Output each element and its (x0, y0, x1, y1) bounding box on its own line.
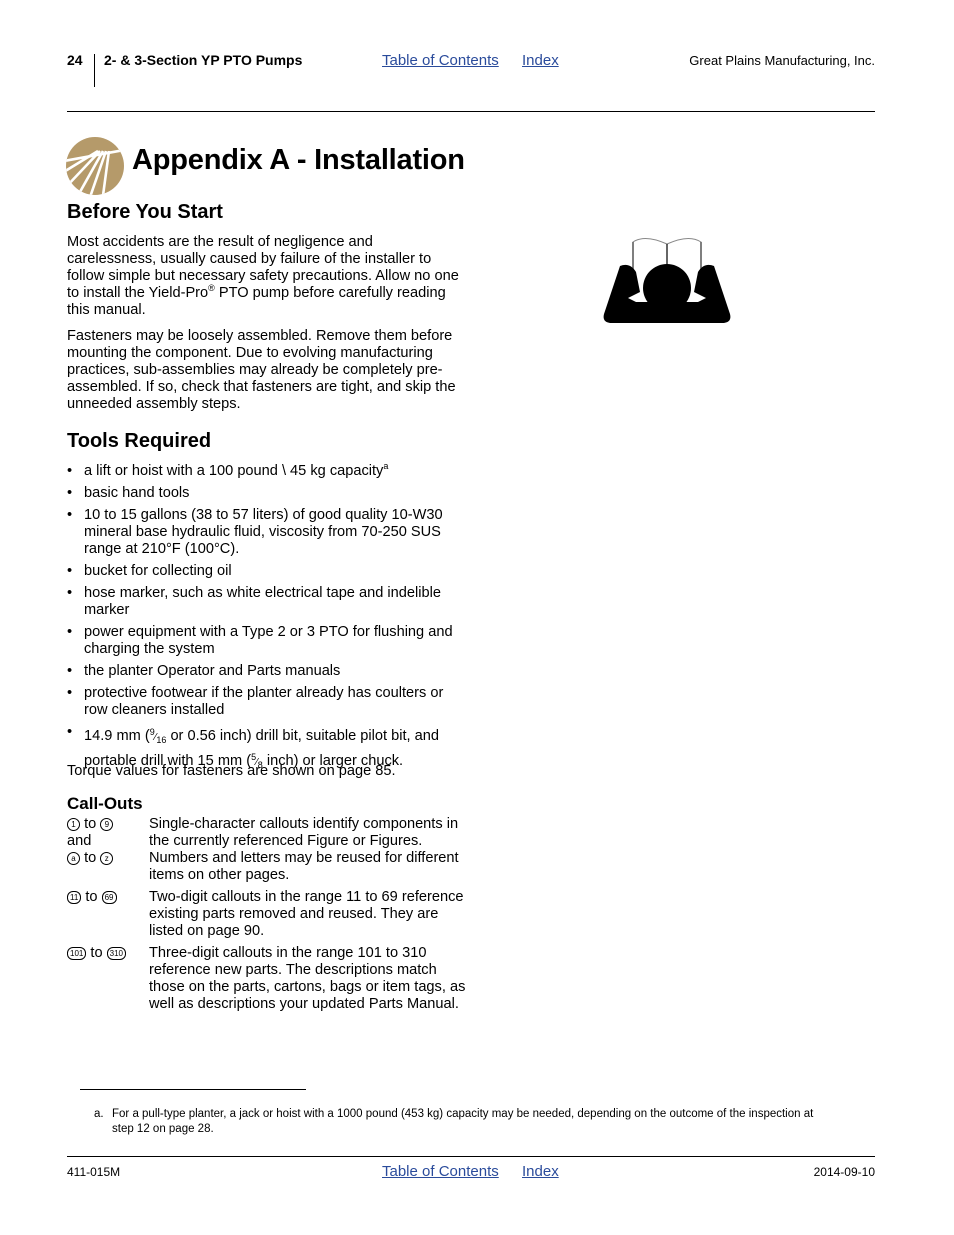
fraction: 9⁄16 (149, 727, 167, 745)
appendix-title: Appendix A - Installation (132, 144, 465, 176)
before-you-start-paragraph-2: Fasteners may be loosely assembled. Remo… (67, 328, 456, 412)
document-number: 411-015M (67, 1165, 121, 1179)
bullet: • (67, 724, 73, 740)
header-toc-link[interactable]: Table of Contents (382, 52, 499, 69)
callout-marker: a (67, 852, 80, 865)
tools-required-heading: Tools Required (67, 430, 212, 452)
list-item-text: protective footwear if the planter alrea… (84, 685, 444, 718)
section-title: 2- & 3-Section YP PTO Pumps (104, 52, 303, 68)
bullet: • (67, 685, 73, 701)
list-item: • the planter Operator and Parts manuals (67, 663, 462, 680)
list-item: • protective footwear if the planter alre… (67, 685, 462, 719)
list-item-text: bucket for collecting oil (84, 563, 232, 579)
footer-toc-link[interactable]: Table of Contents (382, 1163, 499, 1180)
list-item: • power equipment with a Type 2 or 3 PTO … (67, 624, 462, 658)
callout-row: 11 to 69 Two-digit callouts in the range… (67, 889, 467, 940)
fraction-numerator: 5 (251, 752, 257, 762)
footer-rule (67, 1156, 875, 1157)
list-item: • hose marker, such as white electrical t… (67, 585, 462, 619)
bullet: • (67, 663, 73, 679)
list-item: • a lift or hoist with a 100 pound \ 45 k… (67, 461, 462, 480)
list-item-text: 14.9 mm ( (84, 728, 150, 744)
footnote-ref-link[interactable]: a (383, 461, 388, 471)
callout-and: and (67, 833, 92, 849)
bullet: • (67, 485, 73, 501)
callout-row: 101 to 310 Three-digit callouts in the r… (67, 945, 467, 1013)
before-you-start-heading: Before You Start (67, 201, 223, 223)
list-item-text: the planter Operator and Parts manuals (84, 663, 341, 679)
callout-description: Single-character callouts identify compo… (149, 816, 459, 883)
callout-marker: 101 (67, 947, 87, 960)
header-divider (94, 54, 95, 87)
list-item-text: power equipment with a Type 2 or 3 PTO f… (84, 624, 453, 657)
footer-index-link[interactable]: Index (522, 1163, 559, 1180)
callout-to: to (85, 889, 98, 905)
callout-marker: 1 (67, 818, 80, 831)
callout-marker: z (100, 852, 114, 865)
list-item-text: a lift or hoist with a 100 pound \ 45 kg… (84, 463, 384, 479)
header-index-link[interactable]: Index (522, 52, 559, 69)
callout-to: to (84, 816, 97, 832)
footnote: a. For a pull-type planter, a jack or ho… (94, 1107, 814, 1137)
list-item: • bucket for collecting oil (67, 563, 462, 580)
bullet: • (67, 624, 73, 640)
document-date: 2014-09-10 (813, 1165, 875, 1179)
before-you-start-paragraph-1: Most accidents are the result of neglige… (67, 234, 459, 319)
callout-key: 11 to 69 (67, 889, 149, 940)
callout-row: 1 to 9 and a to z Single-character callo… (67, 816, 467, 884)
torque-note: Torque values for fasteners are shown on… (67, 763, 396, 779)
callout-marker: 11 (67, 891, 82, 904)
header-rule (67, 111, 875, 112)
footnote-text: For a pull-type planter, a jack or hoist… (112, 1108, 814, 1135)
company-name: Great Plains Manufacturing, Inc. (689, 53, 875, 68)
callouts-heading: Call-Outs (67, 794, 143, 813)
fraction-denominator: 16 (156, 735, 167, 745)
callout-key: 1 to 9 and a to z (67, 816, 149, 884)
list-item: • basic hand tools (67, 485, 462, 502)
callout-to: to (84, 850, 97, 866)
footnote-rule (80, 1089, 306, 1090)
list-item-text: 10 to 15 gallons (38 to 57 liters) of go… (84, 507, 443, 557)
bullet: • (67, 507, 73, 523)
callout-marker: 69 (101, 891, 117, 904)
list-item-text: basic hand tools (84, 485, 190, 501)
callout-marker: 310 (106, 947, 127, 960)
callout-marker: 9 (100, 818, 114, 831)
registered-mark: ® (208, 283, 215, 294)
callout-description: Three-digit callouts in the range 101 to… (149, 945, 466, 1012)
footnote-mark: a. (94, 1108, 104, 1120)
fraction-numerator: 9 (149, 727, 155, 737)
bullet: • (67, 563, 73, 579)
great-plains-logo-icon (66, 137, 124, 195)
bullet: • (67, 585, 73, 601)
callout-description: Two-digit callouts in the range 11 to 69… (149, 889, 464, 939)
bullet: • (67, 463, 73, 479)
list-item: • 10 to 15 gallons (38 to 57 liters) of g… (67, 507, 462, 558)
callout-key: 101 to 310 (67, 945, 149, 1013)
page-number: 24 (67, 52, 83, 68)
read-manual-icon (603, 238, 731, 323)
list-item-text: hose marker, such as white electrical ta… (84, 585, 441, 618)
tools-list: • a lift or hoist with a 100 pound \ 45 k… (67, 461, 462, 779)
callout-to: to (90, 945, 103, 961)
